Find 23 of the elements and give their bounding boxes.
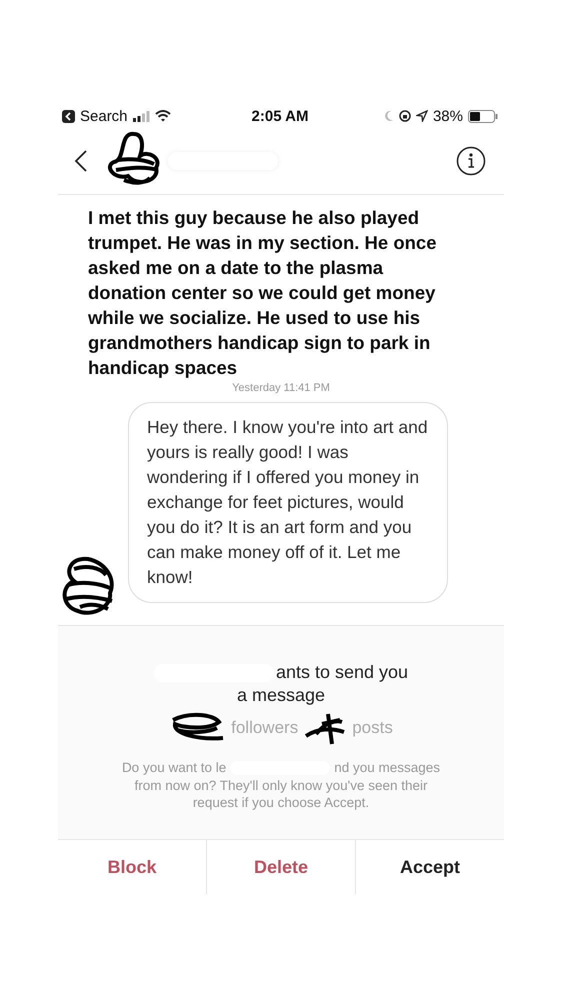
request-title: ants to send you bbox=[276, 662, 408, 683]
moon-icon bbox=[384, 110, 394, 122]
request-prompt: from now on? They'll only know you've seen their request if you choose Accept. bbox=[133, 777, 429, 811]
request-prompt: Do you want to le bbox=[122, 760, 226, 775]
wifi-icon bbox=[154, 110, 171, 122]
message-timestamp: Yesterday 11:41 PM bbox=[231, 382, 331, 394]
back-app-icon[interactable] bbox=[62, 110, 75, 122]
battery-percent: 38% bbox=[432, 108, 463, 124]
rotation-lock-icon bbox=[398, 110, 411, 122]
status-time: 2:05 AM bbox=[252, 108, 308, 124]
location-arrow-icon bbox=[416, 110, 428, 122]
request-title: a message bbox=[236, 685, 326, 706]
signal-icon bbox=[132, 110, 150, 122]
back-app-label[interactable]: Search bbox=[80, 108, 128, 124]
back-chevron-icon[interactable] bbox=[74, 149, 88, 173]
scribble-drawing bbox=[60, 555, 116, 617]
battery-icon bbox=[468, 110, 498, 122]
request-prompt: nd you messages bbox=[334, 760, 440, 775]
followers-label: followers bbox=[231, 718, 298, 738]
message-bubble: Hey there. I know you're into art and yours is really good! I was wondering if I offered you money in exchange for feet pictures, would you do it? It is an art form and you can make money off of it. Let me know! bbox=[128, 402, 448, 603]
info-icon[interactable] bbox=[456, 146, 486, 176]
posts-label: posts bbox=[352, 718, 393, 738]
caption-text: I met this guy because he also played trumpet. He was in my section. He once asked me on a date to the plasma donation center so we could get money while we socialize. He used to use his grandmothers handicap sign to park in handicap spaces bbox=[88, 206, 438, 380]
